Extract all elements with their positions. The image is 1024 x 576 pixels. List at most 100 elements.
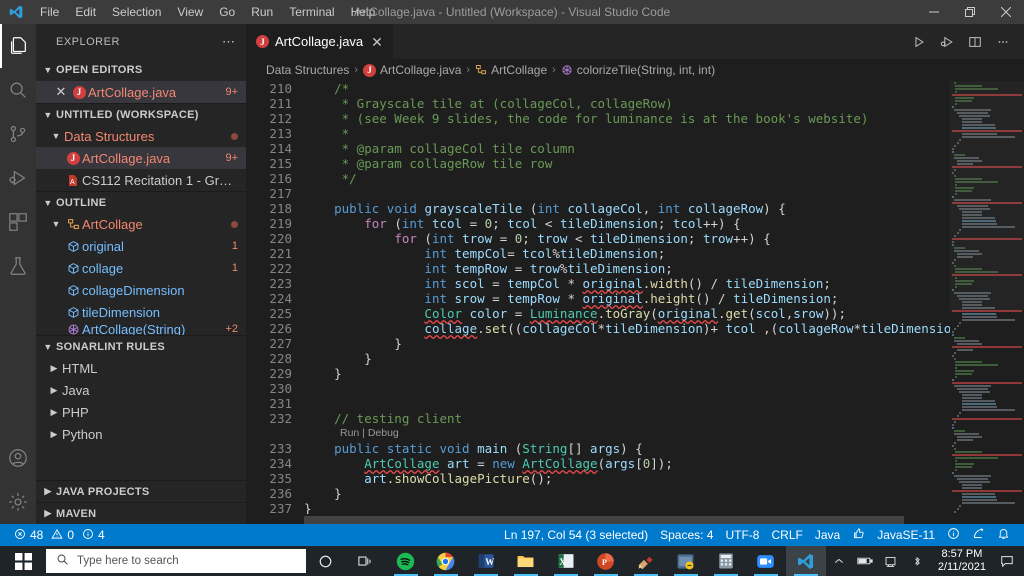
taskbar-app-calculator[interactable] bbox=[706, 546, 746, 576]
horizontal-scrollbar[interactable] bbox=[246, 514, 1024, 524]
problems-status[interactable]: 48 0 4 bbox=[8, 524, 111, 546]
line-number: 220 bbox=[269, 231, 292, 246]
notifications-button[interactable] bbox=[991, 524, 1016, 546]
workspace-folder-row[interactable]: ▼ Data Structures bbox=[36, 125, 246, 147]
taskbar-app-visual-studio-code[interactable] bbox=[785, 546, 826, 576]
language-mode-status[interactable]: Java bbox=[809, 524, 846, 546]
battery-icon[interactable] bbox=[852, 546, 878, 576]
menu-view[interactable]: View bbox=[169, 1, 211, 23]
taskbar-app-microsoft-powerpoint[interactable]: P bbox=[586, 546, 626, 576]
section-maven[interactable]: ▶ MAVEN bbox=[36, 502, 246, 524]
taskbar-app-ccleaner[interactable] bbox=[626, 546, 666, 576]
eol-status[interactable]: CRLF bbox=[765, 524, 808, 546]
minimize-button[interactable] bbox=[916, 0, 952, 24]
minimap[interactable] bbox=[950, 81, 1024, 514]
sonarlint-item-java[interactable]: ▶ Java bbox=[36, 379, 246, 401]
open-editor-item[interactable]: ✕ J ArtCollage.java 9+ bbox=[36, 81, 246, 103]
taskbar-app-google-chrome[interactable] bbox=[426, 546, 466, 576]
outline-class-artcollage[interactable]: ▼ ArtCollage bbox=[36, 213, 246, 235]
sonarlint-item-html[interactable]: ▶ HTML bbox=[36, 357, 246, 379]
file-item-label: CS112 Recitation 1 - Greatest Hits o... bbox=[82, 172, 238, 188]
activity-extensions[interactable] bbox=[0, 200, 36, 244]
taskbar-app-file-explorer[interactable] bbox=[506, 546, 546, 576]
minimap-slider[interactable] bbox=[950, 81, 1024, 311]
activity-accounts[interactable] bbox=[0, 436, 36, 480]
outline-item-collage[interactable]: collage 1 bbox=[36, 257, 246, 279]
bluetooth-icon[interactable] bbox=[904, 546, 930, 576]
taskbar-app-spotify[interactable] bbox=[386, 546, 426, 576]
network-icon[interactable] bbox=[878, 546, 904, 576]
activity-testing[interactable] bbox=[0, 244, 36, 288]
menu-terminal[interactable]: Terminal bbox=[281, 1, 342, 23]
search-input[interactable]: Type here to search bbox=[46, 549, 306, 573]
file-item-artcollage-java[interactable]: J ArtCollage.java 9+ bbox=[36, 147, 246, 169]
cursor-position-status[interactable]: Ln 197, Col 54 (3 selected) bbox=[498, 524, 654, 546]
java-runtime-status[interactable]: JavaSE-11 bbox=[871, 524, 941, 546]
menu-selection[interactable]: Selection bbox=[104, 1, 169, 23]
code-editor[interactable]: 210 211 212 213 214 215 216 217 218 219 220 221 222 2… bbox=[246, 81, 1024, 514]
line-number: 212 bbox=[269, 111, 292, 126]
debug-java-button[interactable] bbox=[934, 28, 960, 56]
close-icon[interactable]: ✕ bbox=[52, 84, 70, 100]
split-editor-button[interactable] bbox=[962, 28, 988, 56]
breadcrumb-item-file[interactable]: J ArtCollage.java bbox=[363, 63, 461, 77]
menu-file[interactable]: File bbox=[32, 1, 67, 23]
outline-item-tiledimension[interactable]: tileDimension bbox=[36, 301, 246, 323]
sonarlint-item-python[interactable]: ▶ Python bbox=[36, 423, 246, 445]
encoding-status[interactable]: UTF-8 bbox=[719, 524, 765, 546]
codelens[interactable]: Run | Debug bbox=[304, 426, 950, 441]
codelens-run[interactable]: Run bbox=[340, 427, 359, 439]
title-bar: File Edit Selection View Go Run Terminal… bbox=[0, 0, 1024, 24]
run-java-button[interactable] bbox=[906, 28, 932, 56]
feedback-button[interactable] bbox=[846, 524, 871, 546]
menu-go[interactable]: Go bbox=[211, 1, 243, 23]
code-content[interactable]: /* * Grayscale tile at (collageCol, coll… bbox=[304, 81, 950, 514]
system-tray: 8:57 PM 2/11/2021 bbox=[826, 546, 1024, 576]
taskbar-app-zoom[interactable] bbox=[746, 546, 786, 576]
line-number: 234 bbox=[269, 456, 292, 471]
java-info-button[interactable] bbox=[941, 524, 966, 546]
activity-manage-settings[interactable] bbox=[0, 480, 36, 524]
outline-item-collagedimension[interactable]: collageDimension bbox=[36, 279, 246, 301]
activity-run-and-debug[interactable] bbox=[0, 156, 36, 200]
taskbar-app-microsoft-word[interactable]: W bbox=[466, 546, 506, 576]
sonarlint-item-php[interactable]: ▶ PHP bbox=[36, 401, 246, 423]
codelens-debug[interactable]: Debug bbox=[368, 427, 399, 439]
cortana-icon[interactable] bbox=[306, 546, 346, 576]
breadcrumb-item-method[interactable]: colorizeTile(String, int, int) bbox=[561, 63, 715, 77]
section-sonarlint-rules[interactable]: ▼ SONARLINT RULES bbox=[36, 335, 246, 357]
section-outline[interactable]: ▼ OUTLINE bbox=[36, 191, 246, 213]
close-button[interactable] bbox=[988, 0, 1024, 24]
breadcrumb-item-class[interactable]: ArtCollage bbox=[475, 63, 547, 77]
outline-item-original[interactable]: original 1 bbox=[36, 235, 246, 257]
outline-item-count: +2 bbox=[225, 323, 238, 335]
taskbar-clock[interactable]: 8:57 PM 2/11/2021 bbox=[930, 548, 994, 574]
activity-explorer[interactable] bbox=[0, 24, 36, 68]
sonarlint-status[interactable] bbox=[966, 524, 991, 546]
section-workspace[interactable]: ▼ UNTITLED (WORKSPACE) bbox=[36, 103, 246, 125]
scrollbar-thumb[interactable] bbox=[304, 516, 904, 524]
menu-edit[interactable]: Edit bbox=[67, 1, 104, 23]
notification-icon[interactable] bbox=[994, 546, 1020, 576]
maximize-button[interactable] bbox=[952, 0, 988, 24]
activity-source-control[interactable] bbox=[0, 112, 36, 156]
more-actions-button[interactable] bbox=[990, 28, 1016, 56]
taskbar-app-microsoft-excel[interactable]: X bbox=[546, 546, 586, 576]
breadcrumb-item-folder[interactable]: Data Structures bbox=[266, 63, 349, 77]
task-view-icon[interactable] bbox=[346, 546, 386, 576]
file-item-cs112-recitation[interactable]: A CS112 Recitation 1 - Greatest Hits o..… bbox=[36, 169, 246, 191]
outline-item-artcollage-ctor[interactable]: ArtCollage(String) +2 bbox=[36, 323, 246, 335]
chevron-up-icon[interactable] bbox=[826, 546, 852, 576]
activity-search[interactable] bbox=[0, 68, 36, 112]
section-open-editors[interactable]: ▼ OPEN EDITORS bbox=[36, 59, 246, 81]
menu-help[interactable]: Help bbox=[343, 1, 384, 23]
windows-start-icon[interactable] bbox=[0, 546, 46, 576]
taskbar-app-python-idle[interactable] bbox=[666, 546, 706, 576]
tab-close-icon[interactable]: ✕ bbox=[371, 35, 383, 49]
bell-icon bbox=[997, 527, 1010, 543]
section-java-projects[interactable]: ▶ JAVA PROJECTS bbox=[36, 480, 246, 502]
indentation-status[interactable]: Spaces: 4 bbox=[654, 524, 719, 546]
menu-run[interactable]: Run bbox=[243, 1, 281, 23]
tab-artcollage-java[interactable]: J ArtCollage.java ✕ bbox=[246, 24, 394, 59]
sidebar-more-actions-button[interactable]: ⋯ bbox=[222, 34, 236, 50]
